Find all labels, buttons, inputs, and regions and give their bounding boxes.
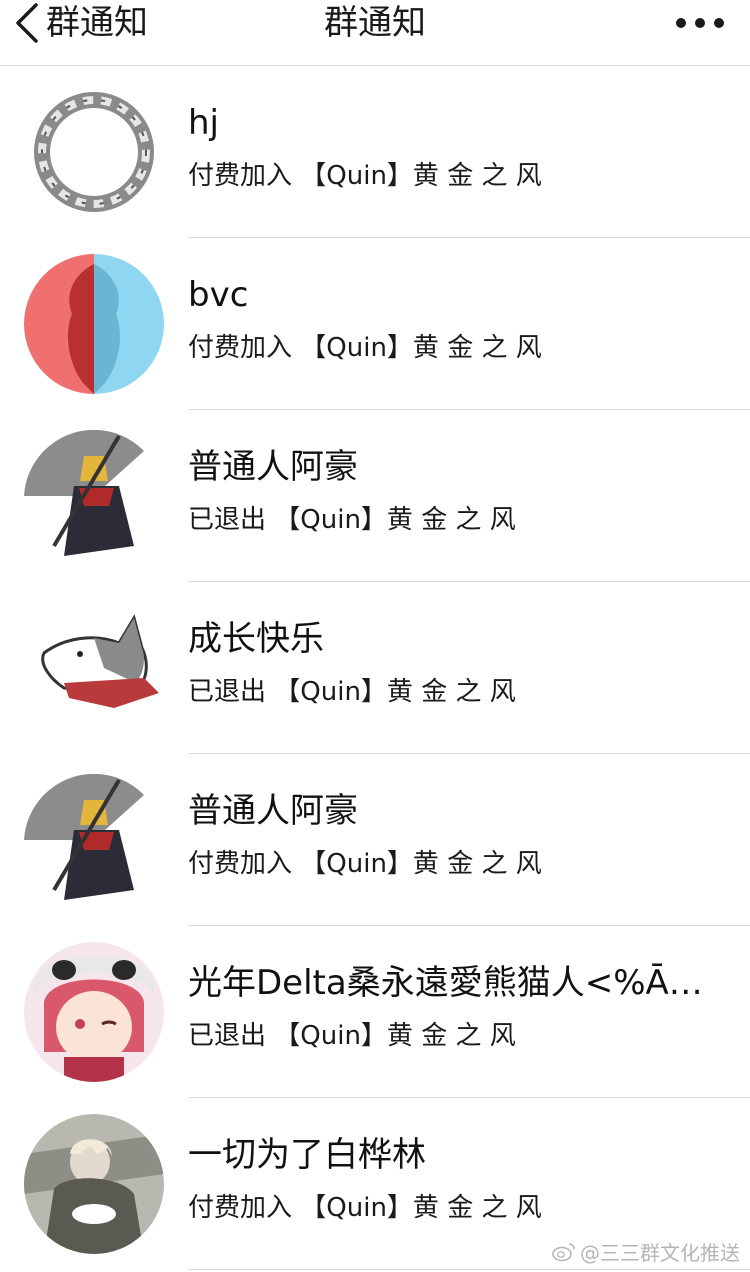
group-name: 【Quin】黄 金 之 风	[274, 677, 516, 707]
action-text: 已退出	[188, 677, 267, 707]
more-dot-icon	[695, 18, 705, 28]
action-text: 付费加入	[188, 161, 293, 191]
notification-item[interactable]: 成长快乐 已退出 【Quin】黄 金 之 风	[0, 582, 750, 754]
notification-text: 成长快乐 已退出 【Quin】黄 金 之 风	[188, 582, 750, 754]
back-button[interactable]: 群通知	[14, 0, 148, 46]
group-name: 【Quin】黄 金 之 风	[274, 1021, 516, 1051]
nav-bar: 群通知 群通知	[0, 0, 750, 66]
more-dot-icon	[676, 18, 686, 28]
member-name: bvc	[188, 275, 249, 315]
group-name: 【Quin】黄 金 之 风	[300, 333, 542, 363]
member-name: 光年Delta桑永遠愛熊猫人<%Ā…	[188, 963, 703, 1003]
avatar	[24, 598, 164, 738]
member-name: 成长快乐	[188, 619, 324, 659]
notification-detail: 付费加入 【Quin】黄 金 之 风	[188, 330, 542, 366]
notification-text: hj 付费加入 【Quin】黄 金 之 风	[188, 66, 750, 238]
member-name: 普通人阿豪	[188, 791, 358, 831]
notification-detail: 已退出 【Quin】黄 金 之 风	[188, 1018, 516, 1054]
notification-item[interactable]: 普通人阿豪 已退出 【Quin】黄 金 之 风	[0, 410, 750, 582]
notification-item[interactable]: 普通人阿豪 付费加入 【Quin】黄 金 之 风	[0, 754, 750, 926]
more-dot-icon	[714, 18, 724, 28]
notification-text: 光年Delta桑永遠愛熊猫人<%Ā… 已退出 【Quin】黄 金 之 风	[188, 926, 750, 1098]
back-label: 群通知	[46, 3, 148, 43]
notification-list: hj 付费加入 【Quin】黄 金 之 风 bvc 付费加入 【Quin】黄 金…	[0, 66, 750, 1270]
notification-detail: 付费加入 【Quin】黄 金 之 风	[188, 1190, 542, 1226]
action-text: 已退出	[188, 505, 267, 535]
watermark: @三三群文化推送	[552, 1237, 740, 1266]
more-options-button[interactable]	[676, 10, 724, 36]
group-name: 【Quin】黄 金 之 风	[274, 505, 516, 535]
notification-detail: 付费加入 【Quin】黄 金 之 风	[188, 158, 542, 194]
action-text: 付费加入	[188, 1193, 293, 1223]
avatar	[24, 1114, 164, 1254]
weibo-logo-icon	[552, 1242, 575, 1261]
notification-item[interactable]: 光年Delta桑永遠愛熊猫人<%Ā… 已退出 【Quin】黄 金 之 风	[0, 926, 750, 1098]
notification-text: 普通人阿豪 付费加入 【Quin】黄 金 之 风	[188, 754, 750, 926]
watermark-text: @三三群文化推送	[580, 1241, 740, 1265]
notification-detail: 付费加入 【Quin】黄 金 之 风	[188, 846, 542, 882]
notification-detail: 已退出 【Quin】黄 金 之 风	[188, 502, 516, 538]
member-name: 一切为了白桦林	[188, 1135, 426, 1175]
action-text: 付费加入	[188, 849, 293, 879]
notification-item[interactable]: bvc 付费加入 【Quin】黄 金 之 风	[0, 238, 750, 410]
chevron-left-icon	[16, 3, 38, 43]
avatar	[24, 82, 164, 222]
notification-item[interactable]: hj 付费加入 【Quin】黄 金 之 风	[0, 66, 750, 238]
group-name: 【Quin】黄 金 之 风	[300, 1193, 542, 1223]
member-name: 普通人阿豪	[188, 447, 358, 487]
action-text: 已退出	[188, 1021, 267, 1051]
avatar	[24, 426, 164, 566]
action-text: 付费加入	[188, 333, 293, 363]
notification-detail: 已退出 【Quin】黄 金 之 风	[188, 674, 516, 710]
notification-text: bvc 付费加入 【Quin】黄 金 之 风	[188, 238, 750, 410]
avatar	[24, 254, 164, 394]
avatar	[24, 942, 164, 1082]
avatar	[24, 770, 164, 910]
group-name: 【Quin】黄 金 之 风	[300, 849, 542, 879]
member-name: hj	[188, 103, 219, 143]
notification-text: 普通人阿豪 已退出 【Quin】黄 金 之 风	[188, 410, 750, 582]
group-name: 【Quin】黄 金 之 风	[300, 161, 542, 191]
